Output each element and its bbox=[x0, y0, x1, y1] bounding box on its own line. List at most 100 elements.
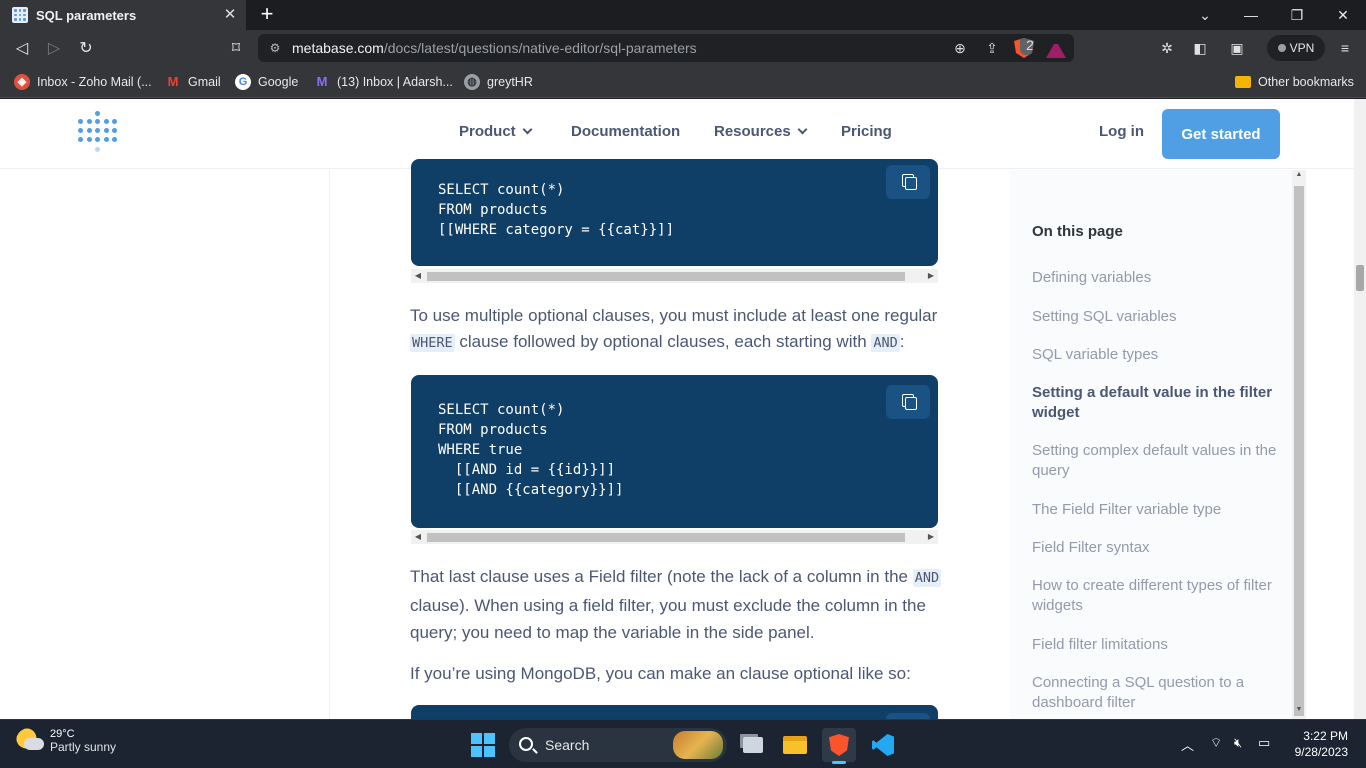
nav-pricing[interactable]: Pricing bbox=[841, 123, 892, 140]
copy-code-button[interactable] bbox=[886, 385, 930, 419]
tab-title: SQL parameters bbox=[36, 7, 137, 23]
vpn-button[interactable]: VPN bbox=[1267, 35, 1325, 61]
scroll-right-icon[interactable]: ▶ bbox=[924, 269, 938, 283]
bookmarks-bar: ◈ Inbox - Zoho Mail (... M Gmail G Google M… bbox=[0, 66, 1366, 98]
toc-item[interactable]: Setting SQL variables bbox=[1032, 307, 1286, 327]
partly-sunny-icon bbox=[16, 728, 44, 754]
folder-icon bbox=[1235, 76, 1251, 88]
taskbar-search[interactable]: Search bbox=[509, 728, 727, 762]
google-icon: G bbox=[235, 74, 251, 90]
search-icon bbox=[519, 737, 533, 751]
get-started-button[interactable]: Get started bbox=[1162, 109, 1280, 159]
back-button[interactable]: ◁ bbox=[12, 38, 32, 58]
forward-button[interactable]: ▷ bbox=[44, 38, 64, 58]
minimize-icon[interactable]: — bbox=[1228, 0, 1274, 30]
file-explorer-icon[interactable] bbox=[778, 728, 812, 762]
scroll-up-icon[interactable]: ▲ bbox=[1292, 171, 1306, 183]
site-info-icon[interactable]: ⚙ bbox=[266, 41, 284, 55]
tab-strip: SQL parameters ✕ + ⌄ — ❐ ✕ bbox=[0, 0, 1366, 30]
tab-sql-parameters[interactable]: SQL parameters ✕ bbox=[0, 0, 246, 30]
start-button-windows-icon[interactable] bbox=[471, 733, 495, 757]
scroll-left-icon[interactable]: ◀ bbox=[411, 269, 425, 283]
metabase-logo-icon[interactable] bbox=[78, 111, 118, 155]
extensions-icon[interactable]: ✲ bbox=[1156, 38, 1178, 58]
close-tab-icon[interactable]: ✕ bbox=[222, 7, 238, 23]
reload-button[interactable]: ↻ bbox=[76, 38, 96, 58]
zoom-icon[interactable]: ⊕ bbox=[950, 38, 970, 58]
temperature: 29°C bbox=[50, 728, 75, 740]
zoho-mail-icon: ◈ bbox=[14, 74, 30, 90]
metabase-favicon-icon bbox=[12, 7, 28, 23]
address-bar[interactable]: ⚙ metabase.com/docs/latest/questions/nat… bbox=[258, 34, 1074, 62]
volume-muted-icon[interactable]: 🔇︎ bbox=[1234, 735, 1242, 751]
weather-widget[interactable]: 29°C Partly sunny bbox=[16, 728, 116, 754]
sidebar-icon[interactable]: ◧ bbox=[1189, 38, 1211, 58]
scroll-down-icon[interactable]: ▼ bbox=[1292, 706, 1306, 718]
menu-icon[interactable]: ≡ bbox=[1334, 38, 1356, 58]
show-hidden-icons-chevron-icon[interactable]: ︿ bbox=[1181, 735, 1194, 754]
url-text[interactable]: metabase.com/docs/latest/questions/nativ… bbox=[292, 40, 697, 56]
code-content[interactable]: SELECT count(*) FROM products WHERE true… bbox=[411, 375, 938, 500]
code-block bbox=[411, 705, 938, 719]
inline-code: AND bbox=[912, 569, 942, 587]
scrollbar-thumb[interactable] bbox=[427, 533, 905, 542]
nav-documentation[interactable]: Documentation bbox=[571, 123, 680, 140]
scrollbar-thumb[interactable] bbox=[427, 272, 905, 281]
gmail-icon: M bbox=[167, 74, 179, 89]
login-link[interactable]: Log in bbox=[1099, 123, 1144, 140]
toc-item[interactable]: Setting complex default values in the qu… bbox=[1032, 441, 1286, 481]
vscode-icon[interactable] bbox=[866, 728, 900, 762]
code-block: SELECT count(*) FROM products [[WHERE ca… bbox=[411, 159, 938, 266]
toc-item[interactable]: Field filter limitations bbox=[1032, 635, 1286, 655]
toc-item[interactable]: Connecting a SQL question to a dashboard… bbox=[1032, 673, 1286, 713]
code-horizontal-scrollbar[interactable]: ◀ ▶ bbox=[411, 530, 938, 544]
scrollbar-thumb[interactable] bbox=[1294, 186, 1304, 716]
new-tab-button[interactable]: + bbox=[256, 3, 278, 25]
scroll-right-icon[interactable]: ▶ bbox=[924, 530, 938, 544]
toc-item[interactable]: SQL variable types bbox=[1032, 345, 1286, 365]
system-clock[interactable]: 3:22 PM 9/28/2023 bbox=[1286, 728, 1348, 760]
toc-item-active[interactable]: Setting a default value in the filter wi… bbox=[1032, 383, 1286, 423]
search-highlight-icon bbox=[673, 731, 723, 759]
chevron-down-icon bbox=[797, 124, 808, 135]
bookmark-google[interactable]: G Google bbox=[235, 72, 298, 92]
wallet-icon[interactable]: ▣ bbox=[1226, 38, 1248, 58]
wifi-icon[interactable]: ⌔ bbox=[1210, 735, 1222, 751]
nav-product[interactable]: Product bbox=[459, 123, 533, 140]
scroll-left-icon[interactable]: ◀ bbox=[411, 530, 425, 544]
page-scrollbar[interactable] bbox=[1354, 99, 1366, 719]
brave-browser-taskbar-icon[interactable] bbox=[822, 728, 856, 764]
maximize-icon[interactable]: ❐ bbox=[1274, 0, 1320, 30]
brave-rewards-icon[interactable] bbox=[1046, 38, 1066, 58]
bookmark-proton-mail[interactable]: M (13) Inbox | Adarsh... bbox=[314, 72, 453, 92]
toc-item[interactable]: Field Filter syntax bbox=[1032, 538, 1286, 558]
nav-resources[interactable]: Resources bbox=[714, 123, 808, 140]
toc-item[interactable]: Defining variables bbox=[1032, 268, 1286, 288]
share-icon[interactable]: ⇪ bbox=[982, 38, 1002, 58]
code-horizontal-scrollbar[interactable]: ◀ ▶ bbox=[411, 269, 938, 283]
inline-code: AND bbox=[871, 334, 900, 352]
scrollbar-thumb[interactable] bbox=[1356, 265, 1364, 291]
bookmark-gmail[interactable]: M Gmail bbox=[165, 72, 221, 92]
bookmark-icon[interactable]: ⌑ bbox=[226, 38, 246, 58]
bookmark-zoho-mail[interactable]: ◈ Inbox - Zoho Mail (... bbox=[14, 72, 152, 92]
paragraph: If you’re using MongoDB, you can make an… bbox=[410, 664, 911, 683]
windows-taskbar: 29°C Partly sunny Search ︿ ⌔ 🔇︎ ▭ 3:22 P… bbox=[0, 719, 1366, 768]
tab-search-chevron-icon[interactable]: ⌄ bbox=[1182, 0, 1228, 30]
toc-item[interactable]: The Field Filter variable type bbox=[1032, 500, 1286, 520]
code-block: SELECT count(*) FROM products WHERE true… bbox=[411, 375, 938, 528]
toc-scrollbar[interactable]: ▲ ▼ bbox=[1292, 170, 1306, 719]
copy-code-button[interactable] bbox=[886, 165, 930, 199]
web-page: Product Documentation Resources Pricing … bbox=[0, 99, 1354, 719]
weather-condition: Partly sunny bbox=[50, 740, 117, 754]
paragraph: That last clause uses a Field filter (no… bbox=[410, 567, 942, 642]
brave-shields-icon[interactable]: 2 bbox=[1014, 38, 1034, 58]
battery-icon[interactable]: ▭ bbox=[1258, 735, 1270, 751]
close-window-icon[interactable]: ✕ bbox=[1320, 0, 1366, 30]
code-content[interactable]: SELECT count(*) FROM products [[WHERE ca… bbox=[411, 159, 938, 240]
bookmark-greythr[interactable]: ◍ greytHR bbox=[464, 72, 533, 92]
other-bookmarks[interactable]: Other bookmarks bbox=[1235, 72, 1354, 92]
toc-heading: On this page bbox=[1032, 223, 1123, 240]
toc-item[interactable]: How to create different types of filter … bbox=[1032, 576, 1286, 616]
task-view-icon[interactable] bbox=[736, 728, 770, 762]
